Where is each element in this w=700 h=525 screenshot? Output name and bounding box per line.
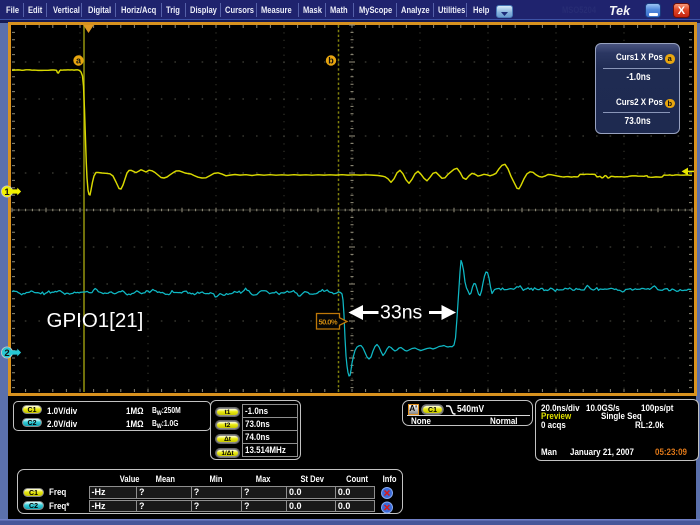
svg-text:1: 1: [4, 187, 10, 198]
svg-text:50.0%: 50.0%: [319, 318, 338, 327]
svg-text:33ns: 33ns: [380, 302, 423, 324]
svg-text:2: 2: [4, 348, 9, 359]
svg-text:b: b: [328, 56, 334, 66]
svg-text:GPIO1[21]: GPIO1[21]: [47, 309, 144, 332]
